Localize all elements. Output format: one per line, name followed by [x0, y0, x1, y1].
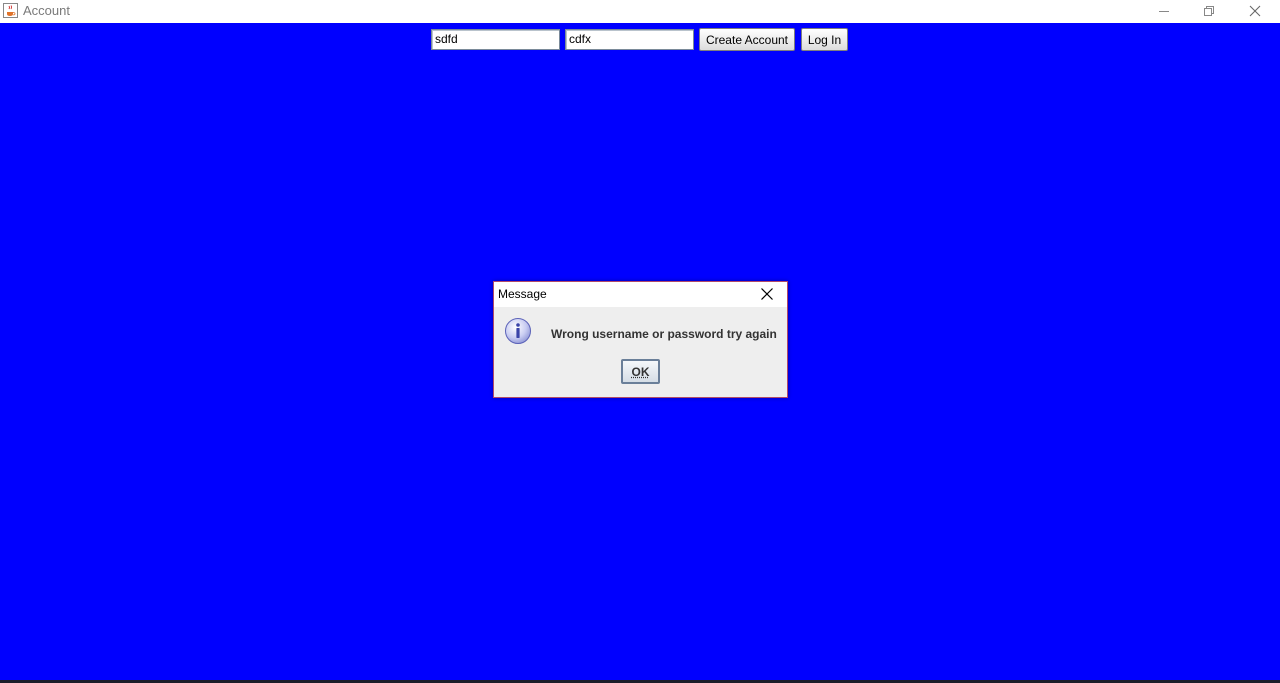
java-cup-icon — [3, 3, 18, 18]
dialog-close-button[interactable] — [759, 286, 775, 302]
restore-icon — [1204, 6, 1214, 16]
restore-button[interactable] — [1186, 0, 1232, 22]
dialog-message: Wrong username or password try again — [551, 327, 777, 341]
password-field[interactable]: cdfx — [565, 29, 694, 50]
window-title: Account — [23, 3, 70, 18]
window-titlebar: Account — [0, 0, 1280, 24]
message-dialog: Message Wrong username or password try a… — [493, 281, 788, 398]
create-account-button[interactable]: Create Account — [699, 28, 795, 51]
ok-button[interactable]: OK — [621, 359, 660, 384]
password-value: cdfx — [569, 32, 592, 46]
login-button[interactable]: Log In — [801, 28, 848, 51]
close-window-button[interactable] — [1232, 0, 1278, 22]
info-icon — [505, 318, 531, 344]
minimize-icon — [1159, 11, 1169, 12]
create-account-label: Create Account — [705, 32, 789, 47]
username-field[interactable]: sdfd — [431, 29, 560, 50]
login-label: Log In — [807, 32, 842, 47]
close-icon — [761, 288, 773, 300]
close-icon — [1249, 5, 1261, 17]
minimize-button[interactable] — [1141, 0, 1187, 22]
username-value: sdfd — [435, 32, 458, 46]
dialog-title: Message — [498, 287, 547, 301]
ok-label: OK — [631, 364, 650, 379]
dialog-titlebar: Message — [494, 282, 787, 307]
